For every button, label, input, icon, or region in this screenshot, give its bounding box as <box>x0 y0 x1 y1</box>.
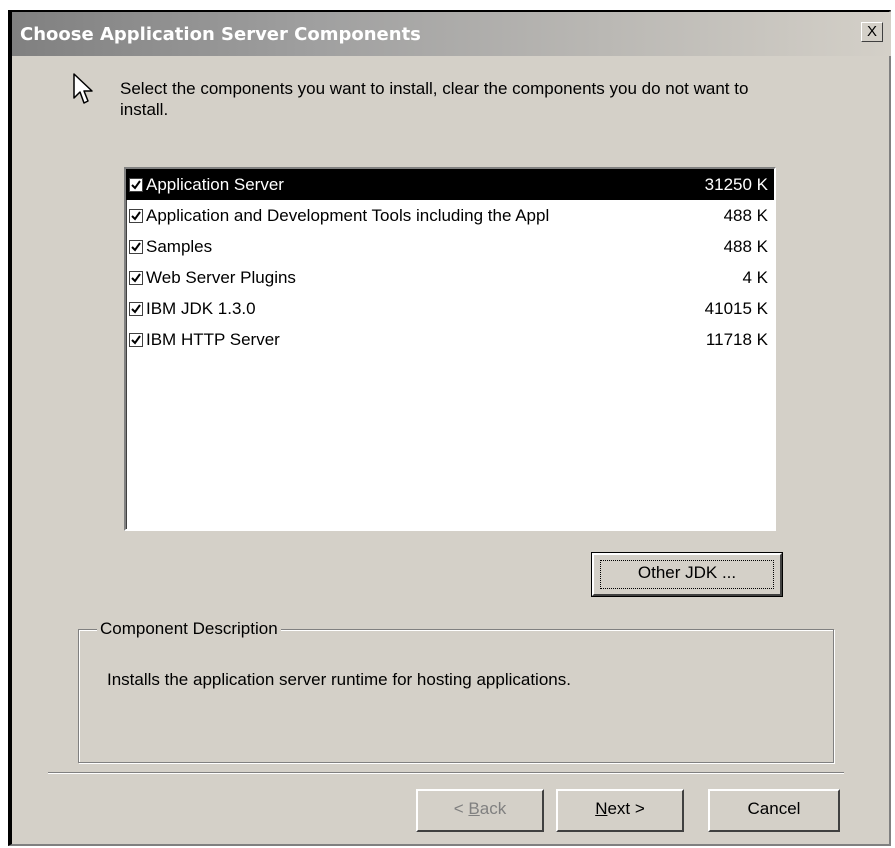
component-size: 11718 K <box>705 329 768 349</box>
component-checkbox[interactable] <box>129 239 143 254</box>
close-icon: X <box>866 23 877 40</box>
component-checkbox[interactable] <box>129 270 143 285</box>
arrow-cursor-icon <box>73 73 93 104</box>
component-size: 488 K <box>723 236 768 256</box>
dialog-title: Choose Application Server Components <box>20 24 421 45</box>
next-button[interactable]: Next > <box>556 789 684 832</box>
cancel-button[interactable]: Cancel <box>708 789 840 832</box>
checkmark-icon <box>131 272 141 283</box>
close-button[interactable]: X <box>861 22 883 42</box>
component-name: Samples <box>146 236 213 256</box>
back-label: < Back <box>453 799 507 818</box>
component-name: Web Server Plugins <box>146 267 296 287</box>
component-row[interactable]: IBM HTTP Server 11718 K <box>126 324 774 355</box>
component-checkbox[interactable] <box>129 332 143 347</box>
component-checkbox[interactable] <box>129 301 143 316</box>
instruction-text: Select the components you want to instal… <box>120 79 749 119</box>
component-size: 4 K <box>742 267 768 287</box>
component-name: Application and Development Tools includ… <box>146 205 550 225</box>
component-description-group: Component Description Installs the appli… <box>78 619 834 763</box>
focus-rect <box>600 560 774 589</box>
cancel-label: Cancel <box>747 799 801 818</box>
components-listbox[interactable]: Application Server 31250 K Application and… <box>124 167 776 531</box>
installer-dialog: Choose Application Server Components X S… <box>8 10 891 846</box>
component-size: 41015 K <box>704 298 768 318</box>
component-checkbox[interactable] <box>129 177 143 192</box>
separator-line <box>48 772 844 774</box>
other-jdk-button[interactable]: Other JDK ... <box>591 552 783 597</box>
checkmark-icon <box>131 210 141 221</box>
title-bar[interactable]: Choose Application Server Components X <box>12 12 891 56</box>
component-size: 488 K <box>723 205 768 225</box>
component-row[interactable]: IBM JDK 1.3.0 41015 K <box>126 293 774 324</box>
component-row[interactable]: Application and Development Tools includ… <box>126 200 774 231</box>
component-row[interactable]: Samples 488 K <box>126 231 774 262</box>
checkmark-icon <box>131 334 141 345</box>
component-name: Application Server <box>146 174 284 194</box>
component-size: 31250 K <box>704 174 768 194</box>
component-name: IBM HTTP Server <box>146 329 280 349</box>
group-legend: Component Description <box>97 619 281 639</box>
checkmark-icon <box>131 179 141 190</box>
next-label: Next > <box>595 799 645 818</box>
component-row[interactable]: Web Server Plugins 4 K <box>126 262 774 293</box>
checkmark-icon <box>131 241 141 252</box>
component-row[interactable]: Application Server 31250 K <box>126 169 774 200</box>
component-checkbox[interactable] <box>129 208 143 223</box>
component-description-text: Installs the application server runtime … <box>107 670 571 689</box>
component-name: IBM JDK 1.3.0 <box>146 298 256 318</box>
back-button[interactable]: < Back <box>416 789 544 832</box>
checkmark-icon <box>131 303 141 314</box>
